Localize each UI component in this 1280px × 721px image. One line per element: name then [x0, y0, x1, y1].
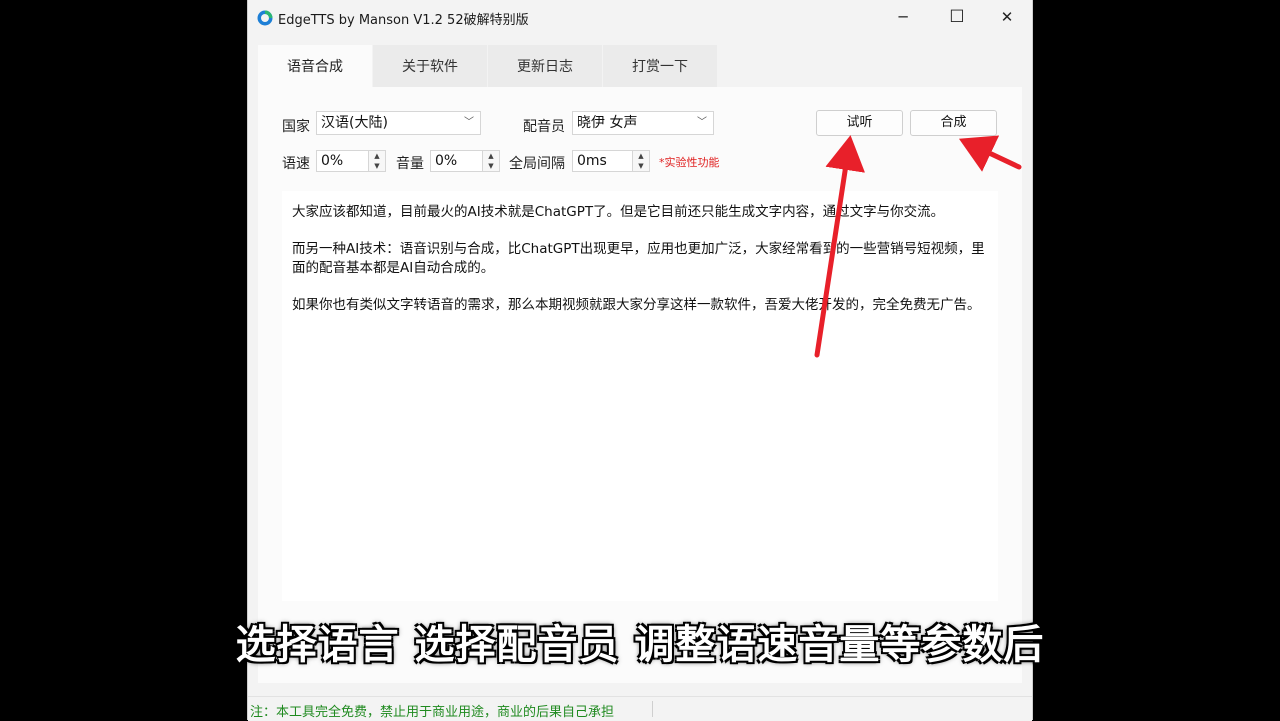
country-label: 国家 [282, 119, 310, 135]
volume-label: 音量 [396, 156, 424, 172]
voice-select[interactable]: 晓伊 女声 ﹀ [572, 111, 714, 135]
tab-donate[interactable]: 打赏一下 [603, 45, 717, 87]
editor-paragraph: 而另一种AI技术：语音识别与合成，比ChatGPT出现更早，应用也更加广泛，大家… [292, 241, 985, 276]
tab-speech-synthesis[interactable]: 语音合成 [258, 45, 372, 87]
title-bar: EdgeTTS by Manson V1.2 52破解特别版 ─ ☐ ✕ [248, 0, 1032, 34]
editor-paragraph: 如果你也有类似文字转语音的需求，那么本期视频就跟大家分享这样一款软件，吾爱大佬开… [292, 297, 981, 313]
rate-stepper[interactable]: 0% ▲ ▼ [316, 150, 386, 172]
status-bar: 注：本工具完全免费，禁止用于商业用途，商业的后果自己承担 [248, 696, 1032, 721]
close-icon: ✕ [1000, 8, 1014, 26]
minimize-button[interactable]: ─ [876, 0, 930, 34]
voice-label: 配音员 [523, 119, 565, 135]
volume-value: 0% [435, 153, 458, 169]
status-text: 注：本工具完全免费，禁止用于商业用途，商业的后果自己承担 [250, 705, 615, 720]
stepper-up-icon[interactable]: ▲ [483, 151, 499, 161]
tab-changelog[interactable]: 更新日志 [488, 45, 602, 87]
status-divider [652, 701, 653, 717]
country-select-value: 汉语(大陆) [321, 115, 388, 131]
video-subtitle: 选择语言 选择配音员 调整语速音量等参数后 [235, 622, 1045, 668]
stepper-down-icon[interactable]: ▼ [369, 161, 385, 171]
gap-label: 全局间隔 [509, 156, 565, 172]
stepper-down-icon[interactable]: ▼ [633, 161, 649, 171]
close-button[interactable]: ✕ [980, 0, 1034, 34]
app-logo-icon [257, 10, 273, 26]
stepper-down-icon[interactable]: ▼ [483, 161, 499, 171]
stepper-up-icon[interactable]: ▲ [633, 151, 649, 161]
tab-strip: 语音合成 关于软件 更新日志 打赏一下 [258, 45, 1024, 87]
synthesize-button[interactable]: 合成 [910, 110, 997, 136]
rate-value: 0% [321, 153, 344, 169]
stepper-up-icon[interactable]: ▲ [369, 151, 385, 161]
gap-value: 0ms [577, 153, 607, 169]
maximize-icon: ☐ [949, 7, 965, 27]
country-select[interactable]: 汉语(大陆) ﹀ [316, 111, 481, 135]
text-editor[interactable]: 大家应该都知道，目前最火的AI技术就是ChatGPT了。但是它目前还只能生成文字… [282, 191, 998, 601]
window-title: EdgeTTS by Manson V1.2 52破解特别版 [278, 13, 529, 28]
minimize-icon: ─ [898, 8, 908, 26]
volume-stepper[interactable]: 0% ▲ ▼ [430, 150, 500, 172]
preview-button[interactable]: 试听 [816, 110, 903, 136]
editor-paragraph: 大家应该都知道，目前最火的AI技术就是ChatGPT了。但是它目前还只能生成文字… [292, 204, 945, 220]
gap-stepper[interactable]: 0ms ▲ ▼ [572, 150, 650, 172]
synthesis-panel: 国家 汉语(大陆) ﹀ 配音员 晓伊 女声 ﹀ 试听 合成 语速 0% ▲ ▼ … [258, 87, 1022, 683]
experimental-note: *实验性功能 [659, 156, 720, 169]
chevron-down-icon: ﹀ [697, 117, 707, 128]
rate-label: 语速 [282, 156, 310, 172]
voice-select-value: 晓伊 女声 [577, 115, 638, 131]
tab-about[interactable]: 关于软件 [373, 45, 487, 87]
chevron-down-icon: ﹀ [464, 117, 474, 128]
maximize-button[interactable]: ☐ [930, 0, 984, 34]
